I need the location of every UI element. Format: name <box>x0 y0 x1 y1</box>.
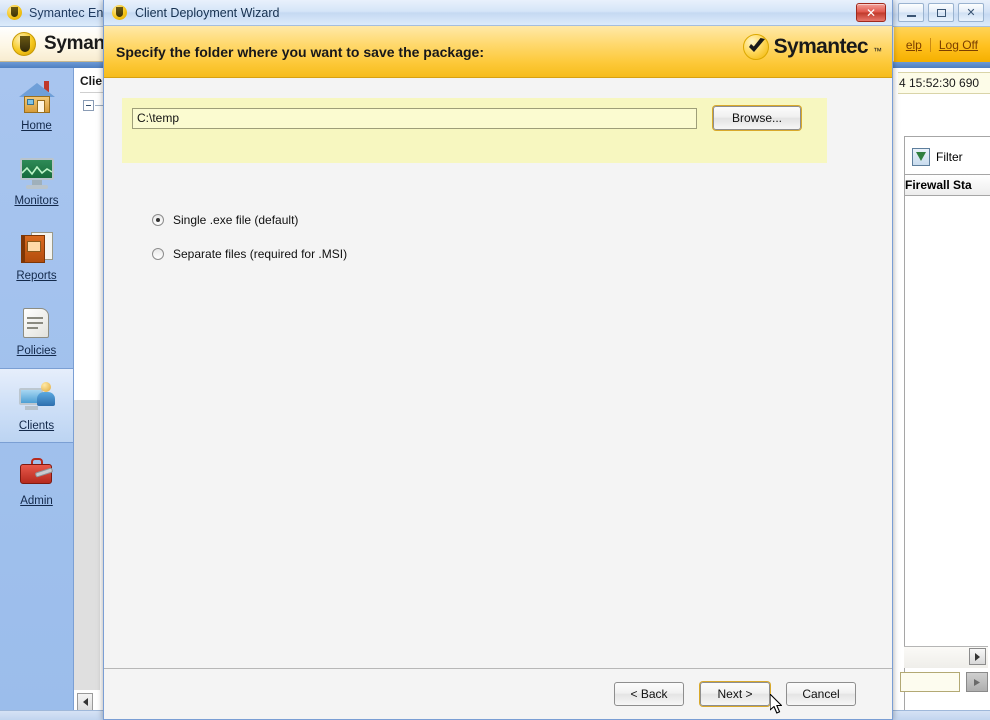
tree-collapse-toggle[interactable] <box>83 100 94 111</box>
folder-path-input[interactable] <box>132 107 697 129</box>
chevron-left-icon[interactable] <box>77 693 93 711</box>
option-separate-files-label: Separate files (required for .MSI) <box>173 247 348 261</box>
symantec-check-circle-icon <box>742 34 769 60</box>
dialog-body: Browse... Single .exe file (default) Sep… <box>104 78 892 669</box>
home-icon <box>17 79 57 117</box>
clients-panel-title: Clie <box>80 74 103 88</box>
option-separate-files[interactable]: Separate files (required for .MSI) <box>152 247 347 261</box>
timestamp-field: 4 15:52:30 690 <box>898 72 990 94</box>
folder-path-row: Browse... <box>132 106 801 130</box>
option-single-exe[interactable]: Single .exe file (default) <box>152 213 298 227</box>
sidebar-label-reports: Reports <box>16 270 57 282</box>
symantec-shield-icon <box>7 5 23 21</box>
screen-root: Symantec En ✕ Syman elp Log Off Home Mon… <box>0 0 990 720</box>
browse-button[interactable]: Browse... <box>713 106 801 130</box>
page-number-input[interactable] <box>900 672 960 692</box>
sidebar-label-admin: Admin <box>20 495 53 507</box>
radio-icon[interactable] <box>152 214 164 226</box>
sidebar-label-clients: Clients <box>18 420 55 432</box>
mouse-cursor <box>769 693 786 716</box>
link-separator <box>929 37 931 52</box>
radio-icon[interactable] <box>152 248 164 260</box>
dialog-title: Client Deployment Wizard <box>135 5 280 20</box>
close-icon[interactable]: ✕ <box>856 3 886 22</box>
minimize-button[interactable] <box>898 3 924 22</box>
sidebar-label-home: Home <box>21 120 52 132</box>
monitor-icon <box>17 154 57 192</box>
background-top-links: elp Log Off <box>893 27 990 62</box>
tree-connector <box>95 105 103 106</box>
symantec-wordmark: Symantec <box>773 35 869 58</box>
results-grid-box <box>904 136 990 716</box>
background-window-controls: ✕ <box>898 3 984 22</box>
trademark-symbol: ™ <box>873 46 882 56</box>
sidebar-label-policies: Policies <box>16 345 57 357</box>
back-button[interactable]: < Back <box>614 682 684 706</box>
sidebar-item-reports[interactable]: Reports <box>0 218 73 293</box>
next-button[interactable]: Next > <box>700 682 770 706</box>
symantec-brand-logo: Symantec ™ <box>742 34 882 60</box>
brand-title: Syman <box>44 33 105 54</box>
maximize-button[interactable] <box>928 3 954 22</box>
help-link[interactable]: elp <box>906 38 922 52</box>
sidebar-label-monitors: Monitors <box>14 195 59 207</box>
reports-book-icon <box>17 229 57 267</box>
clients-user-icon <box>17 379 57 417</box>
sidebar-item-monitors[interactable]: Monitors <box>0 143 73 218</box>
symantec-shield-icon <box>112 4 128 21</box>
grid-column-header: Firewall Sta <box>904 174 990 196</box>
cancel-button[interactable]: Cancel <box>786 682 856 706</box>
background-sidebar: Home Monitors Reports Policies Clients A… <box>0 68 74 710</box>
close-button[interactable]: ✕ <box>958 3 984 22</box>
option-single-exe-label: Single .exe file (default) <box>173 213 299 227</box>
client-deployment-wizard-dialog: Client Deployment Wizard ✕ Specify the f… <box>103 0 893 720</box>
filter-button[interactable]: Filter <box>912 148 963 166</box>
sidebar-item-clients[interactable]: Clients <box>0 368 73 443</box>
right-content-panel: 4 15:52:30 690 Filter Firewall Sta <box>898 68 990 716</box>
symantec-logo-icon <box>12 32 36 56</box>
sidebar-item-admin[interactable]: Admin <box>0 443 73 518</box>
background-window-title: Symantec En <box>29 6 104 20</box>
dialog-titlebar: Client Deployment Wizard ✕ <box>104 0 892 26</box>
page-title: Specify the folder where you want to sav… <box>116 43 484 60</box>
policies-scroll-icon <box>17 304 57 342</box>
filter-icon <box>912 148 930 166</box>
play-icon[interactable] <box>966 672 988 692</box>
dialog-banner: Specify the folder where you want to sav… <box>104 26 892 78</box>
filter-label: Filter <box>936 150 963 164</box>
sidebar-item-home[interactable]: Home <box>0 68 73 143</box>
log-off-link[interactable]: Log Off <box>939 38 978 52</box>
admin-toolbox-icon <box>17 454 57 492</box>
panel-gutter <box>74 400 100 690</box>
chevron-right-icon[interactable] <box>969 648 986 665</box>
sidebar-item-policies[interactable]: Policies <box>0 293 73 368</box>
